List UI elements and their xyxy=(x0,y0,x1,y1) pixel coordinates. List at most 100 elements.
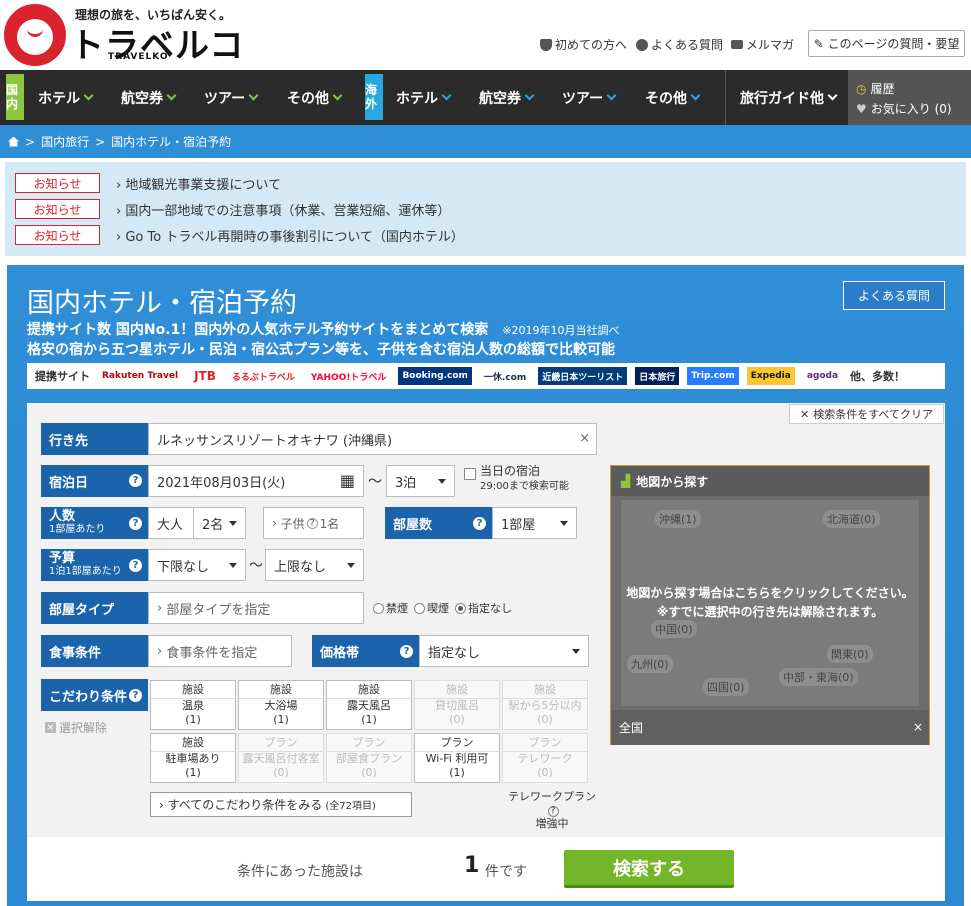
budget-max-select[interactable]: 上限なし xyxy=(265,549,364,581)
notice-list: お知らせ › 地域観光事業支援について お知らせ › 国内一部地域での注意事項（… xyxy=(5,162,966,256)
condition-item: プラン テレワーク (0) xyxy=(502,733,588,783)
logo-sub: TRAVELKO xyxy=(108,52,169,62)
region-hokkaido[interactable]: 北海道(0) xyxy=(823,510,880,528)
condition-item[interactable]: 施設 露天風呂 (1) xyxy=(326,680,412,730)
newsletter-link[interactable]: メルマガ xyxy=(731,36,794,53)
help-icon: ? xyxy=(547,806,559,817)
more-conditions-button[interactable]: › すべてのこだわり条件をみる (全72項目) xyxy=(150,792,412,817)
room-type-input[interactable]: › 部屋タイプを指定 xyxy=(148,592,364,624)
help-icon[interactable]: ? xyxy=(129,689,142,702)
dropdown-caret-icon xyxy=(229,521,237,526)
nav-domestic-tour[interactable]: ツアー xyxy=(204,70,259,125)
condition-item[interactable]: 施設 駐車場あり (1) xyxy=(150,733,236,783)
breadcrumb: > 国内旅行 > 国内ホテル・宿泊予約 xyxy=(0,125,971,158)
close-icon: ✕ xyxy=(799,407,810,421)
destination-input[interactable]: ルネッサンスリゾートオキナワ (沖縄県) × xyxy=(148,423,597,455)
nav-domestic-hotel[interactable]: ホテル xyxy=(38,70,94,125)
map-message: 地図から探す場合はこちらをクリックしてください。 ※すでに選択中の行き先は解除され… xyxy=(626,586,914,619)
rooms-select[interactable]: 1部屋 xyxy=(492,507,577,539)
nav-guide[interactable]: 旅行ガイド他 xyxy=(740,70,838,125)
clear-all-button[interactable]: ✕ 検索条件をすべてクリア xyxy=(789,404,944,424)
adult-select[interactable]: 2名 xyxy=(193,507,246,539)
deselect-button[interactable]: × 選択解除 xyxy=(45,719,107,736)
notice-item[interactable]: お知らせ › 地域観光事業支援について xyxy=(15,173,281,193)
page-question-button[interactable]: ✎ このページの質問・要望 xyxy=(808,30,965,57)
notice-tag: お知らせ xyxy=(15,199,100,219)
child-select[interactable]: › 子供? 1名 xyxy=(263,507,364,539)
adult-label: 大人 xyxy=(148,507,194,539)
nav-overseas-air[interactable]: 航空券 xyxy=(479,70,535,125)
condition-item[interactable]: 施設 温泉 (1) xyxy=(150,680,236,730)
radio-unspecified[interactable]: 指定なし xyxy=(455,600,512,616)
breadcrumb-current: 国内ホテル・宿泊予約 xyxy=(111,135,232,149)
notice-item[interactable]: お知らせ › 国内一部地域での注意事項（休業、営業短縮、運休等） xyxy=(15,199,450,219)
checkbox-icon[interactable] xyxy=(464,468,476,480)
favorites-link[interactable]: ♥ お気に入り (0) xyxy=(856,100,952,117)
close-icon[interactable]: × xyxy=(913,720,923,734)
radio-nonsmoking[interactable]: 禁煙 xyxy=(373,600,408,616)
domestic-badge: 国内 xyxy=(6,74,24,120)
map-search[interactable]: ▟ 地図から探す 沖縄(1) 北海道(0) 中国(0) 九州(0) 四国(0) … xyxy=(610,465,930,745)
partner-logo: Trip.com xyxy=(687,367,739,385)
travelko-logo-icon[interactable] xyxy=(4,4,66,66)
condition-item[interactable]: プラン Wi-Fi 利用可 (1) xyxy=(414,733,500,783)
date-input[interactable]: 2021年08月03日(火) ▦ xyxy=(148,465,364,497)
region-chubu[interactable]: 中部・東海(0) xyxy=(779,668,858,686)
help-icon[interactable]: ? xyxy=(473,517,486,530)
chevron-down-icon xyxy=(524,90,535,101)
map-header: ▟ 地図から探す xyxy=(611,466,929,496)
breadcrumb-domestic[interactable]: 国内旅行 xyxy=(41,133,89,150)
home-icon[interactable] xyxy=(8,136,19,147)
chevron-down-icon xyxy=(606,90,617,101)
shield-icon xyxy=(540,38,552,51)
region-chugoku[interactable]: 中国(0) xyxy=(651,620,697,638)
calendar-icon[interactable]: ▦ xyxy=(340,471,355,490)
sub-heading-2: 格安の宿から五つ星ホテル・民泊・宿公式プラン等を、子供を含む宿泊人数の総額で比較… xyxy=(27,342,615,358)
condition-item[interactable]: 施設 大浴場 (1) xyxy=(238,680,324,730)
help-icon[interactable]: ? xyxy=(129,517,142,530)
dropdown-caret-icon xyxy=(560,521,568,526)
nav-domestic-air[interactable]: 航空券 xyxy=(121,70,177,125)
region-kyushu[interactable]: 九州(0) xyxy=(627,655,673,673)
nav-overseas-other[interactable]: その他 xyxy=(645,70,701,125)
region-kanto[interactable]: 関東(0) xyxy=(827,645,873,663)
overseas-badge: 海外 xyxy=(365,74,383,120)
sub-heading-1: 提携サイト数 国内No.1！国内外の人気ホテル予約サイトをまとめて検索 ※2019… xyxy=(27,322,620,338)
dropdown-caret-icon xyxy=(347,563,355,568)
search-button[interactable]: 検索する xyxy=(564,850,734,888)
dropdown-caret-icon xyxy=(438,479,446,484)
nav-domestic-other[interactable]: その他 xyxy=(287,70,343,125)
radio-smoking[interactable]: 喫煙 xyxy=(414,600,449,616)
help-icon[interactable]: ? xyxy=(129,474,142,487)
first-time-link[interactable]: 初めての方へ xyxy=(540,36,627,53)
history-link[interactable]: ◷ 履歴 xyxy=(856,80,895,97)
room-type-label: 部屋タイプ xyxy=(41,592,148,624)
same-day-checkbox[interactable]: 当日の宿泊 29:00まで検索可能 xyxy=(464,464,569,494)
clear-destination-icon[interactable]: × xyxy=(579,431,590,446)
faq-button[interactable]: よくある質問 xyxy=(843,281,945,310)
partner-logo: 近畿日本ツーリスト xyxy=(538,367,628,385)
region-okinawa[interactable]: 沖縄(1) xyxy=(655,510,701,528)
notice-item[interactable]: お知らせ › Go To トラベル再開時の事後割引について（国内ホテル） xyxy=(15,225,464,245)
nav-overseas-hotel[interactable]: ホテル xyxy=(396,70,452,125)
condition-item: 施設 貸切風呂 (0) xyxy=(414,680,500,730)
question-icon xyxy=(636,38,648,51)
region-shikoku[interactable]: 四国(0) xyxy=(703,678,749,696)
search-footer: 条件にあった施設は 1 件です 検索する xyxy=(27,837,945,901)
map-icon: ▟ xyxy=(621,474,631,488)
partner-logo: JTB xyxy=(194,369,216,383)
meal-label: 食事条件 xyxy=(41,635,148,667)
nights-select[interactable]: 3泊 xyxy=(386,465,455,497)
destination-label: 行き先 xyxy=(41,423,148,455)
meal-input[interactable]: › 食事条件を指定 xyxy=(148,635,292,667)
partner-logo: るるぶトラベル xyxy=(231,372,295,383)
help-icon[interactable]: ? xyxy=(129,559,142,572)
condition-item: 施設 駅から5分以内 (0) xyxy=(502,680,588,730)
faq-link[interactable]: よくある質問 xyxy=(636,36,723,53)
search-section: 国内ホテル・宿泊予約 よくある質問 提携サイト数 国内No.1！国内外の人気ホテ… xyxy=(7,265,964,906)
heart-icon: ♥ xyxy=(856,101,867,116)
budget-min-select[interactable]: 下限なし xyxy=(148,549,246,581)
price-select[interactable]: 指定なし xyxy=(419,635,589,667)
help-icon[interactable]: ? xyxy=(400,645,413,658)
nav-overseas-tour[interactable]: ツアー xyxy=(562,70,617,125)
